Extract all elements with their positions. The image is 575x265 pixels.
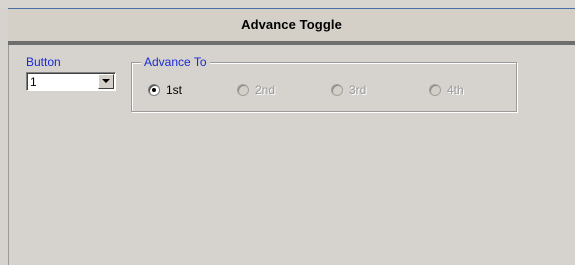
radio-label-1st: 1st [166, 83, 183, 97]
chevron-down-icon [102, 79, 110, 83]
radio-2nd[interactable]: 2nd [237, 82, 275, 98]
radio-4th[interactable]: 4th [429, 82, 464, 98]
radio-circle-2nd[interactable] [237, 84, 249, 96]
dropdown-arrow-button[interactable] [98, 74, 114, 89]
radio-selected-dot [152, 88, 156, 92]
radio-3rd[interactable]: 3rd [331, 82, 366, 98]
radio-label-3rd: 3rd [349, 83, 367, 97]
button-select-value: 1 [30, 75, 37, 89]
title-bar: Advance Toggle [8, 8, 575, 41]
advance-to-legend: Advance To [141, 55, 210, 69]
radio-1st[interactable]: 1st [148, 82, 182, 98]
radio-circle-1st[interactable] [148, 84, 160, 96]
top-strip [0, 0, 575, 8]
radio-label-4th: 4th [447, 83, 464, 97]
radio-circle-3rd[interactable] [331, 84, 343, 96]
button-label: Button [26, 55, 61, 69]
content-panel: Button 1 Advance To 1st 2nd 3rd 4th [8, 45, 575, 265]
window-title: Advance Toggle [241, 17, 342, 32]
radio-circle-4th[interactable] [429, 84, 441, 96]
button-select[interactable]: 1 [26, 72, 116, 91]
radio-label-2nd: 2nd [255, 83, 276, 97]
